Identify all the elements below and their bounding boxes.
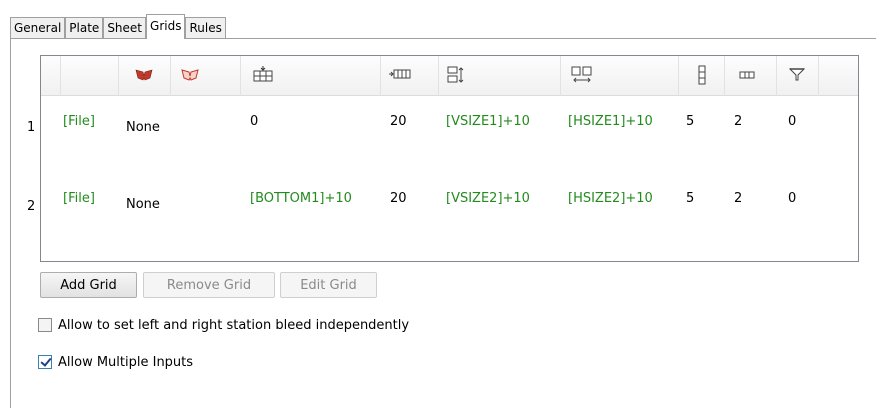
file-cell[interactable]: [File] xyxy=(63,114,95,129)
bleed-option[interactable]: Allow to set left and right station blee… xyxy=(38,316,409,334)
vertical-bar-icon xyxy=(698,65,706,85)
cell-columns[interactable]: 20 xyxy=(390,114,407,129)
cell-position[interactable]: 0 xyxy=(250,114,258,129)
header-col-hbar[interactable] xyxy=(725,56,777,96)
red-shield-icon xyxy=(135,69,153,81)
header-col-hsize[interactable] xyxy=(561,56,679,96)
grid-position-icon xyxy=(253,66,273,82)
tab-rules[interactable]: Rules xyxy=(185,17,226,39)
file-cell[interactable]: [File] xyxy=(63,191,95,206)
tab-sheet[interactable]: Sheet xyxy=(103,17,147,39)
grid-header xyxy=(41,56,858,96)
add-grid-button[interactable]: Add Grid xyxy=(40,272,137,298)
grids-table[interactable]: 1 [File] None 0 20 [VSIZE1]+10 [HSIZE1]+… xyxy=(27,55,859,262)
cell-hsize[interactable]: [HSIZE2]+10 xyxy=(568,191,653,206)
vertical-size-icon xyxy=(447,66,464,83)
tab-general[interactable]: General xyxy=(10,17,66,39)
bleed-checkbox[interactable] xyxy=(38,318,52,332)
cell-hbar[interactable]: 2 xyxy=(734,191,742,206)
tab-grids[interactable]: Grids xyxy=(146,14,186,39)
header-col-shield-outline[interactable] xyxy=(171,56,241,96)
header-col-vsize[interactable] xyxy=(439,56,561,96)
multiple-inputs-option[interactable]: Allow Multiple Inputs xyxy=(38,353,193,371)
cell-vbar[interactable]: 5 xyxy=(686,114,694,129)
row-number: 2 xyxy=(27,199,36,214)
cell-funnel[interactable]: 0 xyxy=(788,191,796,206)
tab-plate[interactable]: Plate xyxy=(65,17,104,39)
edit-grid-button[interactable]: Edit Grid xyxy=(280,272,377,298)
header-file-col xyxy=(61,56,119,96)
cell-hbar[interactable]: 2 xyxy=(734,114,742,129)
bleed-label: Allow to set left and right station blee… xyxy=(58,317,410,333)
cell-shield[interactable]: None xyxy=(126,197,160,212)
header-col-columns[interactable] xyxy=(381,56,439,96)
funnel-icon xyxy=(789,68,805,81)
cell-vbar[interactable]: 5 xyxy=(686,191,694,206)
remove-grid-button[interactable]: Remove Grid xyxy=(143,272,275,298)
header-col-funnel[interactable] xyxy=(777,56,819,96)
cell-funnel[interactable]: 0 xyxy=(788,114,796,129)
multiple-inputs-checkbox[interactable] xyxy=(38,355,52,369)
header-col-shield[interactable] xyxy=(119,56,171,96)
horizontal-bar-icon xyxy=(739,71,755,79)
tab-bar: General Plate Sheet Grids Rules xyxy=(10,14,226,39)
header-col-position[interactable] xyxy=(241,56,381,96)
horizontal-size-icon xyxy=(571,66,592,83)
columns-icon xyxy=(389,69,411,79)
cell-columns[interactable]: 20 xyxy=(390,191,407,206)
header-num-col xyxy=(41,56,61,96)
cell-hsize[interactable]: [HSIZE1]+10 xyxy=(568,114,653,129)
cell-position[interactable]: [BOTTOM1]+10 xyxy=(250,191,352,206)
cell-vsize[interactable]: [VSIZE1]+10 xyxy=(446,114,530,129)
cell-shield[interactable]: None xyxy=(126,120,160,135)
cell-vsize[interactable]: [VSIZE2]+10 xyxy=(446,191,530,206)
header-col-vbar[interactable] xyxy=(679,56,725,96)
multiple-inputs-label: Allow Multiple Inputs xyxy=(58,354,194,370)
red-shield-outline-icon xyxy=(181,69,199,81)
row-number: 1 xyxy=(27,120,36,135)
